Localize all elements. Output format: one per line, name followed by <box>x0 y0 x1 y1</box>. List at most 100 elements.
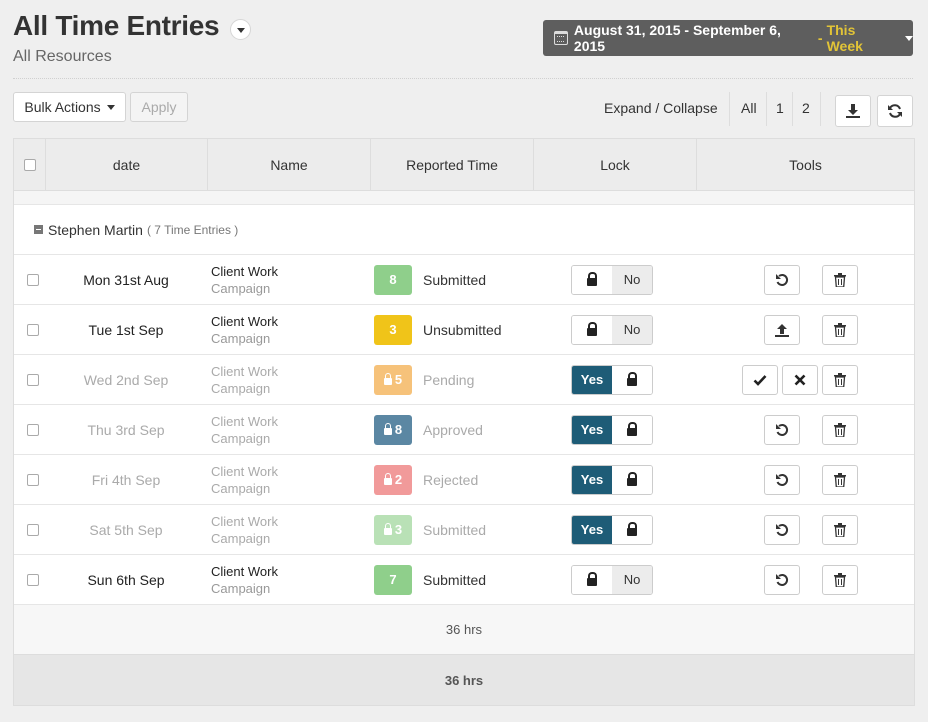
delete-button[interactable] <box>822 314 858 345</box>
lock-no-label: No <box>612 265 652 294</box>
lock-yes-label: Yes <box>572 515 612 544</box>
hours-badge: 3 <box>374 514 412 545</box>
approve-button[interactable] <box>742 364 778 395</box>
entry-name: Client Work Campaign <box>211 313 278 347</box>
lock-icon <box>627 371 637 386</box>
lock-toggle[interactable]: Yes <box>571 364 653 395</box>
column-header-date[interactable]: date <box>46 139 208 191</box>
group-name: Stephen Martin <box>48 221 143 238</box>
lock-icon <box>587 271 597 286</box>
lock-icon-cell <box>572 565 612 594</box>
submit-button[interactable] <box>764 314 800 345</box>
delete-button[interactable] <box>822 564 858 595</box>
trash-icon <box>834 472 846 487</box>
row-checkbox[interactable] <box>27 373 39 386</box>
date-range-picker[interactable]: August 31, 2015 - September 6, 2015 - Th… <box>543 20 913 56</box>
delete-button[interactable] <box>822 264 858 295</box>
lock-yes-label: Yes <box>572 465 612 494</box>
undo-button[interactable] <box>764 514 800 545</box>
lock-toggle[interactable]: Yes <box>571 414 653 445</box>
lock-toggle[interactable]: Yes <box>571 464 653 495</box>
delete-button[interactable] <box>822 464 858 495</box>
page-subtitle: All Resources <box>13 48 112 65</box>
row-checkbox[interactable] <box>27 573 39 586</box>
hours-badge: 7 <box>374 564 412 595</box>
column-header-reported-time[interactable]: Reported Time <box>371 139 534 191</box>
hours-badge: 3 <box>374 314 412 345</box>
row-checkbox[interactable] <box>27 323 39 336</box>
date-range-text: August 31, 2015 - September 6, 2015 <box>573 22 781 54</box>
lock-icon <box>383 522 392 535</box>
lock-icon <box>627 521 637 536</box>
refresh-button[interactable] <box>877 95 913 127</box>
entry-date: Mon 31st Aug <box>83 271 169 288</box>
page-1-link[interactable]: 1 <box>776 92 784 124</box>
pager-divider <box>820 92 821 126</box>
undo-icon <box>776 473 789 486</box>
reject-button[interactable] <box>782 364 818 395</box>
entry-project: Campaign <box>211 330 271 346</box>
entry-status: Approved <box>423 421 483 438</box>
delete-button[interactable] <box>822 364 858 395</box>
page-all-link[interactable]: All <box>741 92 757 124</box>
trash-icon <box>834 372 846 387</box>
title-menu-chevron-down-icon[interactable] <box>230 19 251 40</box>
column-header-tools: Tools <box>789 157 822 173</box>
lock-no-label: No <box>612 315 652 344</box>
page-2-link[interactable]: 2 <box>802 92 810 124</box>
lock-yes-label: Yes <box>572 415 612 444</box>
date-range-separator: - <box>817 30 823 46</box>
column-header-name[interactable]: Name <box>208 139 371 191</box>
entry-date: Sat 5th Sep <box>89 521 163 538</box>
row-checkbox[interactable] <box>27 473 39 486</box>
trash-icon <box>834 522 846 537</box>
lock-toggle[interactable]: No <box>571 314 653 345</box>
lock-icon-cell <box>612 365 652 394</box>
download-button[interactable] <box>835 95 871 127</box>
delete-button[interactable] <box>822 514 858 545</box>
entry-date: Thu 3rd Sep <box>87 421 165 438</box>
column-header-lock[interactable]: Lock <box>534 139 697 191</box>
lock-icon <box>383 422 392 435</box>
lock-icon <box>627 421 637 436</box>
apply-button[interactable]: Apply <box>130 92 188 122</box>
row-checkbox[interactable] <box>27 523 39 536</box>
entry-name: Client Work Campaign <box>211 463 278 497</box>
close-icon <box>794 374 806 385</box>
group-row[interactable]: Stephen Martin ( 7 Time Entries ) <box>14 205 914 255</box>
table-row: Sat 5th Sep Client Work Campaign 3 Submitted… <box>14 505 914 555</box>
entry-project: Campaign <box>211 580 271 596</box>
entry-status: Rejected <box>423 471 479 488</box>
time-entries-table: date Name Reported Time Lock Tools Steph… <box>13 138 915 706</box>
download-icon <box>846 104 860 118</box>
lock-toggle[interactable]: No <box>571 264 653 295</box>
entry-status: Pending <box>423 371 475 388</box>
undo-button[interactable] <box>764 414 800 445</box>
entry-project: Campaign <box>211 530 271 546</box>
row-checkbox[interactable] <box>27 273 39 286</box>
table-row: Fri 4th Sep Client Work Campaign 2 Rejected Y… <box>14 455 914 505</box>
delete-button[interactable] <box>822 414 858 445</box>
lock-toggle[interactable]: No <box>571 564 653 595</box>
collapse-minus-icon[interactable] <box>34 225 43 234</box>
bulk-actions-dropdown[interactable]: Bulk Actions <box>13 92 126 122</box>
lock-toggle[interactable]: Yes <box>571 514 653 545</box>
row-checkbox[interactable] <box>27 423 39 436</box>
undo-button[interactable] <box>764 564 800 595</box>
chevron-down-icon <box>106 104 115 110</box>
hours-badge: 8 <box>374 414 412 445</box>
lock-icon <box>587 571 597 586</box>
table-header: date Name Reported Time Lock Tools <box>14 139 914 191</box>
expand-collapse-link[interactable]: Expand / Collapse <box>604 92 718 124</box>
undo-icon <box>776 523 789 536</box>
entry-name: Client Work Campaign <box>211 413 278 447</box>
pager-divider <box>729 92 730 126</box>
select-all-checkbox[interactable] <box>23 159 36 171</box>
lock-icon-cell <box>572 265 612 294</box>
hours-badge: 5 <box>374 364 412 395</box>
header-divider <box>13 78 913 79</box>
undo-button[interactable] <box>764 464 800 495</box>
undo-button[interactable] <box>764 264 800 295</box>
entry-name: Client Work Campaign <box>211 363 278 397</box>
trash-icon <box>834 322 846 337</box>
